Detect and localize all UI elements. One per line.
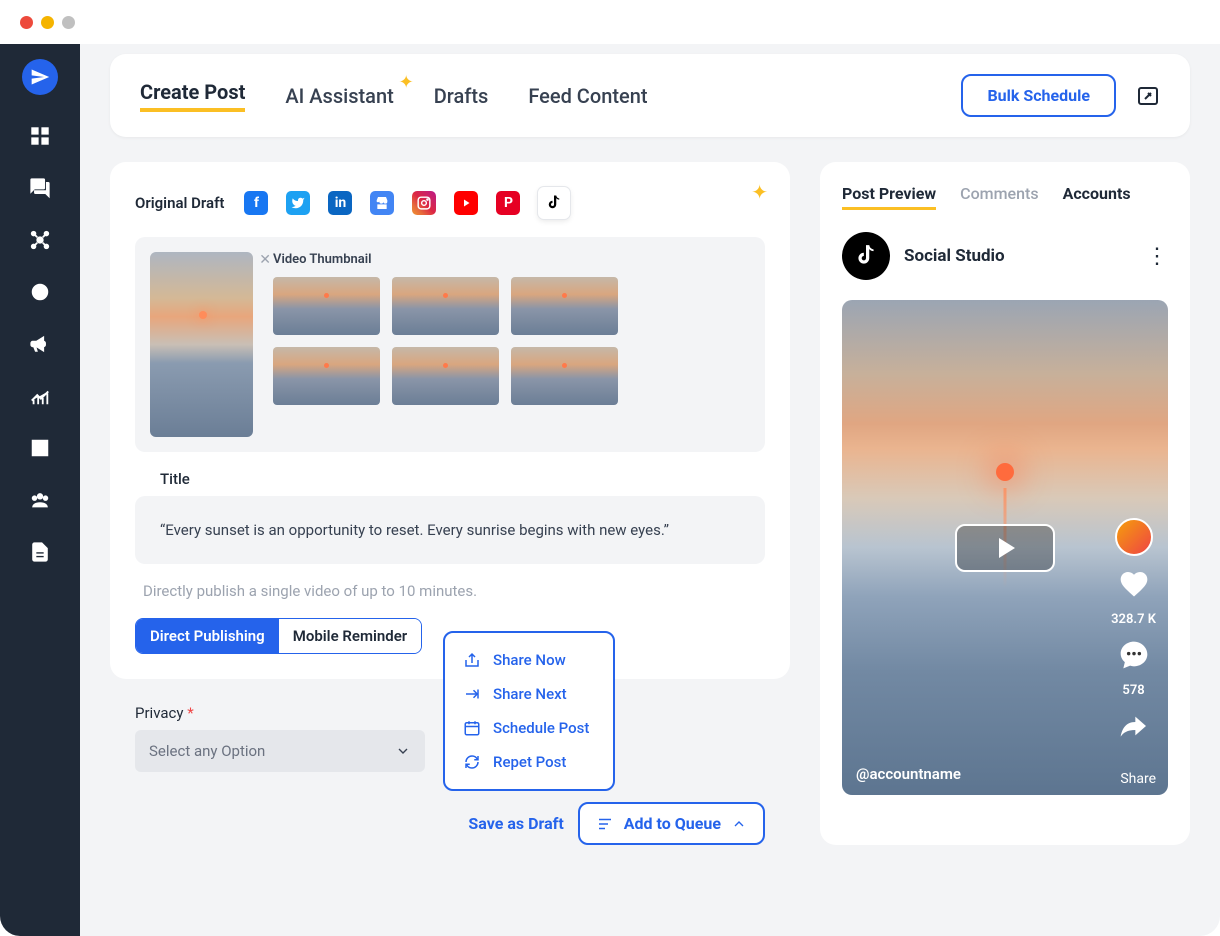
team-icon[interactable] xyxy=(29,489,51,511)
thumbnail-option[interactable] xyxy=(273,347,380,405)
comments-icon[interactable] xyxy=(29,177,51,199)
share-next-option[interactable]: Share Next xyxy=(445,677,613,711)
tab-post-preview[interactable]: Post Preview xyxy=(842,184,936,210)
target-icon[interactable] xyxy=(29,281,51,303)
main-video-thumbnail[interactable]: ✕ xyxy=(150,252,253,437)
linkedin-icon[interactable]: in xyxy=(328,191,352,215)
tab-ai-assistant[interactable]: AI Assistant ✦ xyxy=(285,84,393,108)
mobile-reminder-option[interactable]: Mobile Reminder xyxy=(279,619,421,653)
sparkle-icon: ✦ xyxy=(399,72,414,93)
tab-create-post[interactable]: Create Post xyxy=(140,80,245,112)
preview-video: 328.7 K 578 @accountname Share xyxy=(842,300,1168,795)
more-options-icon[interactable]: ⋮ xyxy=(1146,244,1168,269)
queue-icon xyxy=(596,815,614,833)
facebook-icon[interactable]: f xyxy=(244,191,268,215)
analytics-icon[interactable] xyxy=(29,385,51,407)
download-icon[interactable] xyxy=(29,437,51,459)
window-titlebar xyxy=(0,0,1220,44)
likes-count: 328.7 K xyxy=(1111,612,1156,627)
twitter-icon[interactable] xyxy=(286,191,310,215)
direct-publishing-option[interactable]: Direct Publishing xyxy=(136,619,279,653)
thumbnail-option[interactable] xyxy=(273,277,380,335)
window-close-icon[interactable] xyxy=(20,16,33,29)
privacy-label: Privacy * xyxy=(135,704,425,722)
top-tabs-bar: Create Post AI Assistant ✦ Drafts Feed C… xyxy=(110,54,1190,137)
google-business-icon[interactable] xyxy=(370,191,394,215)
instagram-icon[interactable] xyxy=(412,191,436,215)
privacy-select[interactable]: Select any Option xyxy=(135,730,425,772)
comments-count: 578 xyxy=(1122,683,1144,698)
profile-avatar-icon[interactable] xyxy=(1115,518,1153,556)
window-maximize-icon[interactable] xyxy=(62,16,75,29)
main-content: Create Post AI Assistant ✦ Drafts Feed C… xyxy=(80,44,1220,936)
thumbnail-option[interactable] xyxy=(392,277,499,335)
bulk-schedule-button[interactable]: Bulk Schedule xyxy=(961,74,1116,117)
dashboard-icon[interactable] xyxy=(29,125,51,147)
ai-sparkle-icon[interactable]: ✦ xyxy=(751,180,768,204)
thumbnail-option[interactable] xyxy=(392,347,499,405)
document-icon[interactable] xyxy=(29,541,51,563)
preview-panel: Post Preview Comments Accounts Social St… xyxy=(820,162,1190,845)
thumbnail-grid xyxy=(273,277,750,405)
chevron-down-icon xyxy=(395,743,411,759)
title-label: Title xyxy=(160,470,765,488)
tab-comments[interactable]: Comments xyxy=(960,184,1038,210)
youtube-icon[interactable] xyxy=(454,191,478,215)
title-input[interactable]: “Every sunset is an opportunity to reset… xyxy=(135,496,765,564)
chevron-up-icon xyxy=(731,816,747,832)
tiktok-avatar-icon xyxy=(842,232,890,280)
comment-icon[interactable] xyxy=(1118,639,1150,671)
preview-tabs: Post Preview Comments Accounts xyxy=(842,184,1168,210)
share-label: Share xyxy=(1120,771,1156,787)
action-row: Share Now Share Next Schedule Post xyxy=(110,802,790,845)
network-icon[interactable] xyxy=(29,229,51,251)
app-window: Create Post AI Assistant ✦ Drafts Feed C… xyxy=(0,0,1220,936)
video-thumbnail-label: Video Thumbnail xyxy=(273,252,750,267)
queue-popup: Share Now Share Next Schedule Post xyxy=(443,631,615,791)
add-to-queue-button[interactable]: Add to Queue xyxy=(578,802,765,845)
tab-feed-content[interactable]: Feed Content xyxy=(528,84,647,108)
publish-hint: Directly publish a single video of up to… xyxy=(143,582,765,600)
original-draft-label: Original Draft xyxy=(135,194,224,212)
edit-icon[interactable] xyxy=(1136,84,1160,108)
remove-media-icon[interactable]: ✕ xyxy=(259,252,271,268)
share-icon[interactable] xyxy=(1118,710,1150,742)
pinterest-icon[interactable]: P xyxy=(496,191,520,215)
thumbnail-option[interactable] xyxy=(511,277,618,335)
account-name: Social Studio xyxy=(904,246,1005,266)
share-now-option[interactable]: Share Now xyxy=(445,643,613,677)
compose-panel: ✦ Original Draft f in P xyxy=(110,162,790,679)
schedule-post-option[interactable]: Schedule Post xyxy=(445,711,613,745)
account-handle: @accountname xyxy=(856,765,961,783)
publish-mode-toggle: Direct Publishing Mobile Reminder xyxy=(135,618,422,654)
tab-accounts[interactable]: Accounts xyxy=(1063,184,1131,210)
save-as-draft-button[interactable]: Save as Draft xyxy=(468,802,563,845)
repeat-post-option[interactable]: Repet Post xyxy=(445,745,613,779)
thumbnail-option[interactable] xyxy=(511,347,618,405)
sidebar xyxy=(0,44,80,936)
play-button[interactable] xyxy=(955,524,1055,572)
app-logo-icon[interactable] xyxy=(22,59,58,95)
privacy-placeholder: Select any Option xyxy=(149,742,265,760)
tiktok-icon[interactable] xyxy=(538,187,570,219)
window-minimize-icon[interactable] xyxy=(41,16,54,29)
heart-icon[interactable] xyxy=(1118,568,1150,600)
megaphone-icon[interactable] xyxy=(29,333,51,355)
preview-account-row: Social Studio ⋮ xyxy=(842,232,1168,280)
tab-ai-assistant-label: AI Assistant xyxy=(285,84,393,108)
social-network-row: f in P xyxy=(244,187,570,219)
media-area: ✕ Video Thumbnail xyxy=(135,237,765,452)
tab-drafts[interactable]: Drafts xyxy=(434,84,489,108)
